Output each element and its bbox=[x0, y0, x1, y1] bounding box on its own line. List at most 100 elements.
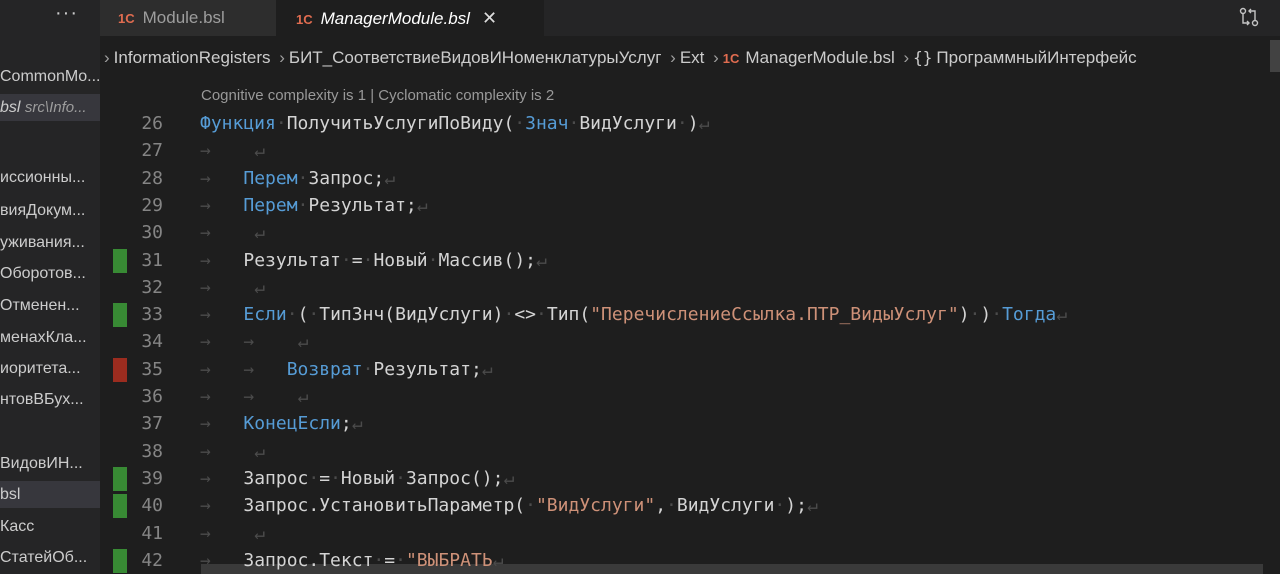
breadcrumb-item[interactable]: ManagerModule.bsl bbox=[745, 48, 894, 67]
code-line[interactable]: → ↵ bbox=[200, 222, 265, 243]
code-keyword: Перем bbox=[243, 167, 298, 189]
sidebar-file-item[interactable]: уживания... bbox=[0, 229, 100, 256]
code-text: Массив(); bbox=[438, 249, 537, 271]
whitespace-marker: ↵ bbox=[698, 113, 710, 134]
whitespace-marker: · bbox=[991, 304, 1003, 326]
whitespace-marker: · bbox=[427, 249, 439, 271]
git-added-marker[interactable] bbox=[113, 466, 127, 491]
code-line[interactable]: → Если·(·ТипЗнч(ВидУслуги)·<>·Тип("Переч… bbox=[200, 304, 1067, 325]
close-tab-icon[interactable]: ✕ bbox=[482, 8, 497, 28]
tab-manager-module-bsl[interactable]: 1C ManagerModule.bsl ✕ bbox=[276, 0, 544, 36]
breadcrumb-item[interactable]: ПрограммныйИнтерфейс bbox=[936, 48, 1136, 67]
line-number: 30 bbox=[141, 222, 163, 244]
breadcrumb-item[interactable]: Ext bbox=[680, 48, 705, 67]
code-line[interactable]: → ↵ bbox=[200, 441, 265, 462]
whitespace-marker: · bbox=[395, 467, 406, 489]
sidebar-file-label: bsl bbox=[0, 486, 21, 503]
git-added-marker[interactable] bbox=[113, 494, 127, 519]
breadcrumb-item[interactable]: БИТ_СоответствиеВидовИНоменклатурыУслуг bbox=[289, 48, 662, 67]
whitespace-marker: → bbox=[200, 249, 244, 271]
sidebar-file-item[interactable]: CommonMo... bbox=[0, 63, 100, 90]
sidebar-file-item[interactable]: менахКла... bbox=[0, 324, 100, 351]
code-text: Запрос.Текст bbox=[243, 549, 374, 571]
sidebar-file-label: нтовВБух... bbox=[0, 391, 84, 408]
line-number: 40 bbox=[141, 495, 163, 517]
whitespace-marker: → → bbox=[200, 358, 287, 380]
code-line[interactable]: → → ↵ bbox=[200, 331, 308, 352]
code-line[interactable]: → Запрос·=·Новый·Запрос();↵ bbox=[200, 468, 514, 489]
sidebar-file-item[interactable]: иссионны... bbox=[0, 164, 100, 191]
git-added-marker[interactable] bbox=[113, 248, 127, 273]
whitespace-marker: · bbox=[525, 495, 536, 517]
git-modified-marker[interactable] bbox=[113, 357, 127, 382]
code-text: Новый bbox=[340, 467, 396, 489]
line-number: 29 bbox=[141, 194, 163, 216]
whitespace-marker: ↵ bbox=[492, 549, 504, 571]
line-number: 38 bbox=[141, 440, 163, 462]
sidebar-file-item[interactable]: Отменен... bbox=[0, 292, 100, 319]
code-line[interactable]: → → ↵ bbox=[200, 386, 308, 407]
whitespace-marker: · bbox=[395, 549, 406, 571]
line-number: 36 bbox=[141, 386, 163, 407]
sidebar-file-label: Касс bbox=[0, 518, 35, 535]
sidebar-file-item[interactable]: вияДокум... bbox=[0, 197, 100, 224]
code-line[interactable]: Функция·ПолучитьУслугиПоВиду(·Знач·ВидУс… bbox=[200, 113, 709, 134]
code-text: Запрос bbox=[243, 467, 309, 489]
sidebar-file-item[interactable]: иоритета... bbox=[0, 355, 100, 382]
code-line[interactable]: → Перем·Запрос;↵ bbox=[200, 168, 395, 189]
sidebar-file-item[interactable]: ВидовИН... bbox=[0, 450, 100, 477]
whitespace-marker: · bbox=[373, 549, 385, 571]
git-added-marker[interactable] bbox=[113, 548, 127, 573]
whitespace-marker: → ↵ bbox=[200, 140, 266, 162]
code-line[interactable]: → ↵ bbox=[200, 277, 265, 298]
chevron-right-icon: › bbox=[713, 48, 719, 67]
chevron-right-icon: › bbox=[903, 48, 910, 67]
whitespace-marker: · bbox=[308, 467, 320, 489]
sidebar-file-label: CommonMo... bbox=[0, 68, 100, 85]
code-lens[interactable]: Cognitive complexity is 1 | Cyclomatic c… bbox=[201, 87, 554, 104]
sidebar-file-label: Отменен... bbox=[0, 297, 80, 314]
code-text: Результат; bbox=[308, 194, 417, 216]
whitespace-marker: · bbox=[340, 249, 352, 271]
code-line[interactable]: → ↵ bbox=[200, 523, 265, 544]
sidebar-file-item[interactable]: bsl src\Info... bbox=[0, 94, 100, 121]
tab-module-bsl[interactable]: 1C Module.bsl bbox=[100, 0, 294, 36]
whitespace-marker: → bbox=[200, 495, 244, 517]
code-text: = bbox=[384, 549, 396, 571]
vertical-scrollbar[interactable] bbox=[1270, 40, 1280, 72]
code-keyword: Функция bbox=[200, 113, 276, 134]
breadcrumb-item[interactable]: InformationRegisters bbox=[114, 48, 271, 67]
sidebar-file-label: Оборотов... bbox=[0, 265, 86, 282]
1c-file-icon: 1C bbox=[722, 51, 740, 66]
code-line[interactable]: → Перем·Результат;↵ bbox=[200, 195, 428, 216]
sidebar-file-item[interactable]: Касс bbox=[0, 513, 100, 540]
git-added-marker[interactable] bbox=[113, 303, 127, 328]
code-line[interactable]: → Запрос.Текст·=·"ВЫБРАТЬ↵ bbox=[200, 550, 503, 571]
sidebar-file-item[interactable]: СтатейОб... bbox=[0, 544, 100, 571]
explorer-sidebar: ··· CommonMo... bsl src\Info... иссионны..… bbox=[0, 0, 100, 574]
code-text: ) bbox=[687, 113, 699, 134]
sidebar-file-item[interactable]: Оборотов... bbox=[0, 260, 100, 287]
compare-changes-icon[interactable] bbox=[1238, 6, 1260, 34]
sidebar-file-item[interactable]: bsl bbox=[0, 481, 100, 508]
code-line[interactable]: → Результат·=·Новый·Массив();↵ bbox=[200, 250, 547, 271]
whitespace-marker: ↵ bbox=[536, 249, 547, 271]
whitespace-marker: ↵ bbox=[481, 358, 493, 380]
more-actions-icon[interactable]: ··· bbox=[55, 2, 78, 25]
code-editor[interactable]: Cognitive complexity is 1 | Cyclomatic c… bbox=[100, 76, 1280, 574]
code-text: ВидУслуги bbox=[579, 113, 677, 134]
code-text: ТипЗнч(ВидУслуги) bbox=[319, 304, 504, 326]
chevron-right-icon: › bbox=[279, 48, 285, 67]
code-text: = bbox=[319, 467, 331, 489]
code-line[interactable]: → Запрос.УстановитьПараметр(·"ВидУслуги"… bbox=[200, 495, 818, 516]
1c-file-icon: 1C bbox=[296, 12, 313, 27]
code-line[interactable]: → → Возврат·Результат;↵ bbox=[200, 359, 493, 380]
sidebar-file-item[interactable]: нтовВБух... bbox=[0, 386, 100, 413]
code-line[interactable]: → КонецЕсли;↵ bbox=[200, 413, 363, 434]
whitespace-marker: · bbox=[308, 304, 320, 326]
chevron-right-icon: › bbox=[670, 48, 676, 67]
whitespace-marker: → → ↵ bbox=[200, 331, 309, 353]
line-number: 32 bbox=[141, 276, 163, 298]
code-text: ); bbox=[785, 495, 807, 517]
code-line[interactable]: → ↵ bbox=[200, 140, 265, 161]
